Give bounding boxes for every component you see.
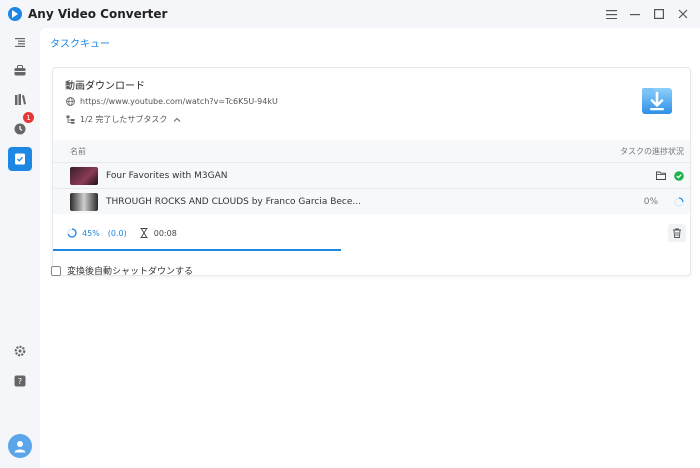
task-title: 動画ダウンロード xyxy=(65,81,145,92)
sidebar-item-task-queue[interactable] xyxy=(8,147,32,171)
task-icon xyxy=(15,153,25,165)
video-name: Four Favorites with M3GAN xyxy=(106,170,228,181)
row-percent: 0% xyxy=(643,196,658,207)
folder-icon xyxy=(656,171,666,180)
menu-icon xyxy=(605,9,617,19)
task-url[interactable]: https://www.youtube.com/watch?v=Tc6K5U-9… xyxy=(80,97,278,106)
video-thumbnail xyxy=(70,167,98,185)
minimize-button[interactable] xyxy=(624,3,646,25)
loading-spinner-icon xyxy=(674,196,684,207)
table-row[interactable]: THROUGH ROCKS AND CLOUDS by Franco Garci… xyxy=(53,188,690,214)
app-logo-icon xyxy=(8,7,22,21)
overall-percent: 45% xyxy=(82,228,100,238)
books-icon xyxy=(14,93,26,105)
sidebar-item-settings[interactable] xyxy=(8,339,32,363)
toolbox-icon xyxy=(14,64,26,75)
task-header: 動画ダウンロード https://www.youtube.com/watch?v… xyxy=(53,68,690,138)
table-header: 名前 タスクの進捗状況 xyxy=(53,140,690,162)
auto-shutdown-checkbox[interactable] xyxy=(51,265,61,276)
sidebar-item-help[interactable]: ? xyxy=(8,369,32,393)
task-footer: 45% (0.0) 00:08 xyxy=(53,216,690,250)
svg-text:?: ? xyxy=(18,377,22,386)
subtask-table: 名前 タスクの進捗状況 Four Favorites with M3GAN TH… xyxy=(53,140,690,214)
video-thumbnail xyxy=(70,193,98,211)
row-status: 0% xyxy=(644,197,684,207)
sidebar: 1 ? xyxy=(0,28,40,468)
menu-button[interactable] xyxy=(600,3,622,25)
close-icon xyxy=(678,9,688,19)
progress-spinner-icon xyxy=(67,228,77,238)
account-avatar[interactable] xyxy=(8,434,32,458)
minimize-icon xyxy=(630,14,640,16)
elapsed-time: 00:08 xyxy=(153,228,177,238)
window-controls xyxy=(598,0,694,28)
delete-task-button[interactable] xyxy=(668,224,686,242)
main-panel: タスクキュー 動画ダウンロード https://www.youtube.com/… xyxy=(40,28,700,468)
globe-icon xyxy=(65,96,75,106)
clock-icon xyxy=(14,123,26,135)
list-icon xyxy=(15,37,25,47)
maximize-icon xyxy=(654,9,664,19)
trash-icon xyxy=(673,228,681,238)
done-check-icon xyxy=(674,170,684,181)
close-button[interactable] xyxy=(672,3,694,25)
download-folder-icon xyxy=(642,88,672,114)
sidebar-item-history[interactable]: 1 xyxy=(8,112,34,141)
subtask-summary: 1/2 完了したサブタスク xyxy=(80,115,168,124)
video-name: THROUGH ROCKS AND CLOUDS by Franco Garci… xyxy=(106,196,361,207)
auto-shutdown-label: 変換後自動シャットダウンする xyxy=(67,267,194,277)
subtask-toggle[interactable]: 1/2 完了したサブタスク xyxy=(65,114,181,125)
row-status xyxy=(648,170,684,181)
column-name: 名前 xyxy=(70,146,86,156)
auto-shutdown-option[interactable]: 変換後自動シャットダウンする xyxy=(51,264,193,277)
download-speed: (0.0) xyxy=(107,228,127,238)
page-title: タスクキュー xyxy=(50,39,110,50)
gear-icon xyxy=(14,345,26,357)
overall-progress-bar xyxy=(53,249,690,251)
sidebar-item-converter[interactable] xyxy=(8,30,32,54)
task-url-row: https://www.youtube.com/watch?v=Tc6K5U-9… xyxy=(65,96,278,106)
hourglass-icon xyxy=(140,228,148,238)
open-folder-button[interactable] xyxy=(656,171,666,181)
sidebar-item-toolbox[interactable] xyxy=(8,58,32,82)
avatar-icon xyxy=(14,441,26,453)
sidebar-item-library[interactable] xyxy=(8,87,32,111)
title-bar: Any Video Converter xyxy=(0,0,700,28)
task-card: 動画ダウンロード https://www.youtube.com/watch?v… xyxy=(52,67,691,276)
chevron-up-icon xyxy=(173,116,181,124)
app-title: Any Video Converter xyxy=(28,7,168,21)
help-icon: ? xyxy=(14,375,26,387)
subtask-tree-icon xyxy=(65,115,75,125)
overall-progress-fill xyxy=(53,249,341,251)
maximize-button[interactable] xyxy=(648,3,670,25)
history-badge: 1 xyxy=(23,112,34,123)
column-status: タスクの進捗状況 xyxy=(620,146,684,156)
table-row[interactable]: Four Favorites with M3GAN xyxy=(53,162,690,188)
